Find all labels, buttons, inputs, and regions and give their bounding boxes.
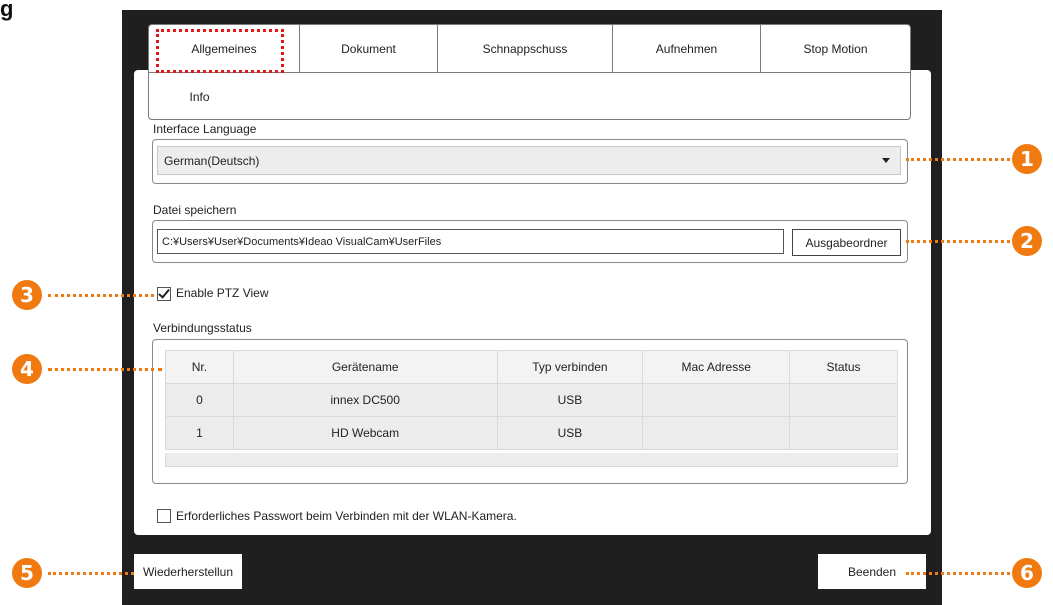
table-header-row: Nr. Gerätename Typ verbinden Mac Adresse… [165,350,898,384]
tab-label: Aufnehmen [655,41,718,56]
cell-mac [642,416,791,450]
connection-table: Nr. Gerätename Typ verbinden Mac Adresse… [165,350,898,450]
tab-label: Dokument [341,41,396,56]
column-header-status[interactable]: Status [789,350,898,384]
column-header-nr[interactable]: Nr. [165,350,234,384]
figure-label: g [0,0,14,21]
table-row[interactable]: 0 innex DC500 USB [165,383,898,417]
tab-bar: Allgemeines Dokument Schnappschuss Aufne… [148,24,911,120]
chevron-down-icon [882,158,890,163]
table-row[interactable]: 1 HD Webcam USB [165,416,898,450]
callout-badge-1: 1 [1012,144,1042,174]
ptz-label: Enable PTZ View [176,286,269,300]
column-header-mac[interactable]: Mac Adresse [642,350,791,384]
password-label: Erforderliches Passwort beim Verbinden m… [176,509,517,523]
save-label: Datei speichern [153,203,237,217]
checkmark-icon [158,286,170,299]
tab-label: Allgemeines [191,41,257,56]
cell-device: innex DC500 [232,383,498,417]
connection-label: Verbindungsstatus [153,321,252,335]
save-path-field[interactable]: C:¥Users¥User¥Documents¥Ideao VisualCam¥… [157,229,784,254]
callout-line-6 [906,572,1010,575]
tab-label: Info [189,90,210,104]
tab-schnappschuss[interactable]: Schnappschuss [438,25,613,73]
tab-stop-motion[interactable]: Stop Motion [761,25,910,73]
cell-type: USB [496,416,644,450]
callout-line-4 [48,368,162,371]
tab-label: Schnappschuss [482,41,568,56]
cell-mac [642,383,791,417]
tab-dokument[interactable]: Dokument [300,25,438,73]
tab-allgemeines[interactable]: Allgemeines [149,25,300,73]
cell-nr: 1 [165,416,234,450]
cell-device: HD Webcam [232,416,498,450]
restore-button[interactable]: Wiederherstellun [134,554,242,589]
callout-badge-6: 6 [1012,558,1042,588]
language-selected-value: German(Deutsch) [164,153,260,168]
callout-line-5 [48,572,134,575]
column-header-device[interactable]: Gerätename [232,350,498,384]
callout-line-3 [48,294,154,297]
callout-badge-3: 3 [12,280,42,310]
callout-line-1 [906,158,1010,161]
cell-type: USB [496,383,644,417]
tab-info[interactable]: Info [149,73,250,121]
ptz-checkbox[interactable] [157,286,171,301]
callout-badge-5: 5 [12,558,42,588]
language-select[interactable]: German(Deutsch) [157,146,901,175]
cell-status [789,416,898,450]
cell-status [789,383,898,417]
tab-aufnehmen[interactable]: Aufnehmen [613,25,761,73]
callout-line-2 [906,240,1010,243]
output-folder-button[interactable]: Ausgabeordner [792,229,901,256]
cell-nr: 0 [165,383,234,417]
column-header-type[interactable]: Typ verbinden [496,350,644,384]
callout-badge-2: 2 [1012,226,1042,256]
language-label: Interface Language [153,122,257,136]
callout-badge-4: 4 [12,354,42,384]
tab-label: Stop Motion [803,41,868,56]
table-empty-area [165,453,898,467]
password-checkbox[interactable] [157,509,171,523]
